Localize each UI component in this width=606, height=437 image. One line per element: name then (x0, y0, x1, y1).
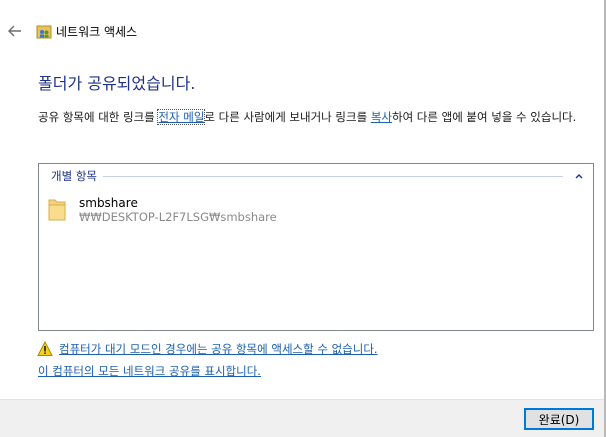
standby-warning-link[interactable]: 컴퓨터가 대기 모드인 경우에는 공유 항목에 액세스할 수 없습니다. (59, 341, 378, 357)
folder-icon (48, 199, 66, 221)
share-name: smbshare (79, 196, 138, 210)
footer-bar: 완료(D) (0, 399, 604, 437)
back-arrow-icon (8, 25, 21, 37)
copy-link[interactable]: 복사 (371, 110, 392, 124)
description-text-2: 로 다른 사람에게 보내거나 링크를 (204, 110, 371, 124)
share-description: 공유 항목에 대한 링크를 전자 메일로 다른 사람에게 보내거나 링크를 복사… (38, 109, 594, 125)
description-text-1: 공유 항목에 대한 링크를 (38, 110, 159, 124)
back-button[interactable] (4, 20, 26, 42)
standby-warning: 컴퓨터가 대기 모드인 경우에는 공유 항목에 액세스할 수 없습니다. (37, 341, 378, 357)
group-header[interactable]: 개별 항목 (51, 168, 583, 184)
page-title: 폴더가 공유되었습니다. (38, 74, 196, 93)
list-item[interactable]: smbshare ₩₩DESKTOP-L2F7LSG₩smbshare (47, 194, 277, 226)
show-all-shares-link[interactable]: 이 컴퓨터의 모든 네트워크 공유를 표시합니다. (38, 363, 261, 379)
finish-button[interactable]: 완료(D) (524, 408, 594, 430)
chevron-up-icon[interactable] (569, 171, 583, 182)
title-bar: 네트워크 액세스 (0, 20, 600, 44)
share-path: ₩₩DESKTOP-L2F7LSG₩smbshare (79, 210, 277, 224)
email-link[interactable]: 전자 메일 (157, 109, 206, 125)
warning-icon (37, 341, 53, 356)
group-divider (102, 175, 563, 177)
network-users-icon (36, 25, 52, 39)
window-title: 네트워크 액세스 (56, 25, 138, 39)
group-label: 개별 항목 (51, 169, 97, 183)
description-text-3: 하여 다른 앱에 붙여 넣을 수 있습니다. (391, 110, 577, 124)
shared-items-list[interactable]: 개별 항목 smbshare ₩₩DESKTOP-L2F7LSG₩smbshar… (38, 163, 594, 331)
